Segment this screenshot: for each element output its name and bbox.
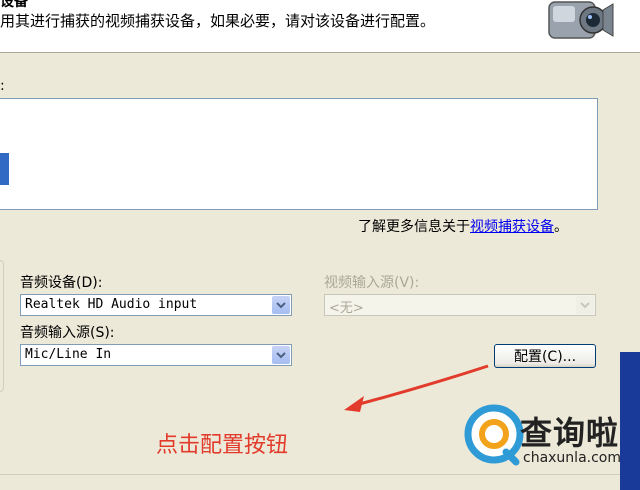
audio-input-value: Mic/Line In: [25, 347, 112, 362]
chevron-down-icon[interactable]: [272, 296, 290, 314]
header-description: 用其进行捕获的视频捕获设备，如果必要，请对该设备进行配置。: [0, 12, 436, 30]
video-capture-device-link[interactable]: 视频捕获设备: [470, 219, 554, 235]
annotation-text: 点击配置按钮: [156, 433, 289, 458]
learn-more-text: 了解更多信息关于视频捕获设备。: [358, 216, 568, 236]
video-input-value: <无>: [329, 301, 364, 316]
learn-more-prefix: 了解更多信息关于: [358, 219, 470, 235]
chevron-down-icon: [576, 296, 594, 314]
configure-button[interactable]: 配置(C)...: [494, 344, 596, 368]
device-list-label: :: [0, 78, 5, 94]
learn-more-suffix: 。: [554, 219, 568, 235]
groupbox-left-edge: [0, 260, 4, 392]
watermark-name: 查询啦: [520, 414, 620, 452]
audio-input-label: 音频输入源(S):: [20, 325, 115, 341]
audio-device-label: 音频设备(D):: [20, 275, 103, 291]
audio-input-select[interactable]: Mic/Line In: [20, 344, 292, 366]
video-input-select: <无>: [324, 294, 596, 316]
audio-device-value: Realtek HD Audio input: [25, 297, 198, 312]
capture-device-list[interactable]: [0, 98, 598, 210]
video-input-label: 视频输入源(V):: [324, 275, 420, 291]
wizard-header: 设备 用其进行捕获的视频捕获设备，如果必要，请对该设备进行配置。: [0, 0, 640, 53]
watermark-domain: chaxunla.com: [523, 450, 621, 466]
audio-device-select[interactable]: Realtek HD Audio input: [20, 294, 292, 316]
device-list-item[interactable]: [0, 153, 9, 185]
video-camera-icon: [548, 1, 614, 39]
chevron-down-icon[interactable]: [272, 346, 290, 364]
